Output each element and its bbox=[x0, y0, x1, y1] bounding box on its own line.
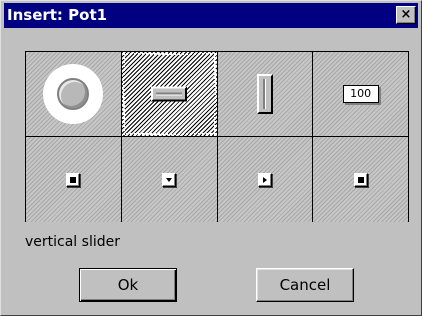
control-type-label: vertical slider bbox=[25, 234, 120, 250]
small-square-dot bbox=[357, 176, 364, 183]
vertical-slider-icon bbox=[256, 74, 273, 114]
vertical-slider-groove bbox=[262, 79, 266, 109]
small-down-arrow-icon bbox=[162, 172, 177, 187]
knob-dial bbox=[57, 78, 90, 110]
palette-cell-knob[interactable] bbox=[26, 52, 121, 136]
close-button[interactable]: × bbox=[396, 6, 416, 24]
palette-cell-vertical-slider[interactable] bbox=[217, 52, 313, 136]
small-square-dot bbox=[70, 176, 77, 183]
right-arrow-glyph bbox=[262, 176, 267, 183]
horizontal-slider-icon bbox=[151, 86, 188, 102]
palette-cell-small-button-4[interactable] bbox=[313, 137, 408, 222]
palette-cell-small-button-3[interactable] bbox=[217, 137, 313, 222]
number-box-icon: 100 bbox=[342, 85, 379, 103]
palette-cell-small-button-2[interactable] bbox=[121, 137, 217, 222]
palette-cell-small-button-1[interactable] bbox=[26, 137, 121, 222]
knob-icon bbox=[43, 64, 104, 124]
cancel-button[interactable]: Cancel bbox=[256, 268, 354, 302]
window-title: Insert: Pot1 bbox=[7, 6, 108, 24]
down-arrow-glyph bbox=[166, 177, 173, 182]
title-bar[interactable]: Insert: Pot1 × bbox=[4, 3, 418, 28]
small-square-icon bbox=[66, 172, 81, 187]
control-palette: 100 bbox=[25, 51, 409, 222]
ok-button[interactable]: Ok bbox=[79, 268, 177, 302]
insert-dialog: Insert: Pot1 × 100 vertical slider Ok Ca… bbox=[0, 0, 422, 316]
small-square-icon bbox=[353, 172, 368, 187]
palette-cell-number-box[interactable]: 100 bbox=[313, 52, 408, 136]
small-right-arrow-icon bbox=[257, 172, 272, 187]
palette-cell-horizontal-slider[interactable] bbox=[121, 52, 217, 136]
horizontal-slider-groove bbox=[156, 92, 183, 96]
